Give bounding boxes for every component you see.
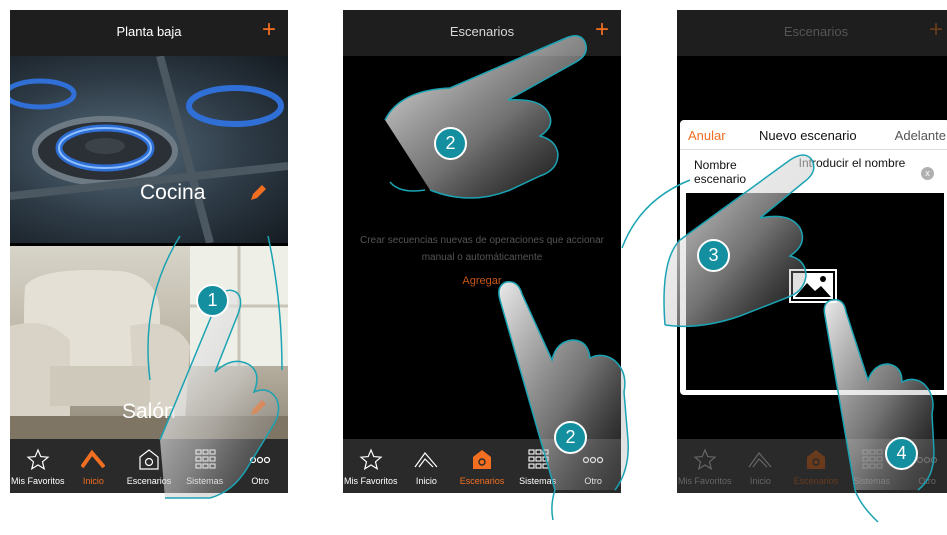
- clear-icon[interactable]: x: [921, 167, 934, 180]
- grid-icon: [528, 449, 549, 469]
- image-placeholder-icon: [789, 269, 837, 303]
- scenario-icon: [806, 450, 825, 469]
- house-icon: [414, 452, 438, 468]
- tab-label: Otro: [584, 476, 602, 486]
- house-icon: [748, 452, 772, 468]
- scenario-icon: [139, 449, 159, 470]
- scenario-name-row: Nombre escenario Introducir el nombre x: [680, 151, 947, 191]
- tab-escenarios[interactable]: Escenarios: [121, 439, 177, 493]
- phone-screen-planta-baja: Planta baja + Cocina Salón Mis Favoritos…: [10, 10, 288, 493]
- step-badge: 1: [196, 284, 229, 317]
- add-scenario-button[interactable]: +: [929, 18, 943, 42]
- empty-state-message: Crear secuencias nuevas de operaciones q…: [359, 235, 605, 263]
- tab-escenarios[interactable]: Escenarios: [788, 439, 844, 493]
- pencil-icon[interactable]: [248, 183, 268, 203]
- grid-icon: [862, 449, 883, 469]
- tab-label: Otro: [918, 476, 936, 486]
- tab-mis-favoritos[interactable]: Mis Favoritos: [10, 439, 66, 493]
- tab-sistemas[interactable]: Sistemas: [177, 439, 233, 493]
- stove-burner-image: [10, 56, 288, 243]
- house-icon: [81, 449, 106, 469]
- add-scenario-button[interactable]: +: [595, 18, 609, 42]
- dialog-title: Nuevo escenario: [759, 128, 857, 143]
- top-bar: Escenarios +: [343, 10, 621, 56]
- more-dots-icon: [917, 456, 938, 464]
- step-badge: 3: [697, 239, 730, 272]
- step-badge: 4: [885, 437, 918, 470]
- tab-escenarios[interactable]: Escenarios: [454, 439, 510, 493]
- more-dots-icon: [583, 456, 604, 464]
- tab-mis-favoritos[interactable]: Mis Favoritos: [343, 439, 399, 493]
- more-dots-icon: [250, 456, 271, 464]
- scenario-image-picker[interactable]: [686, 193, 944, 390]
- top-bar: Escenarios +: [677, 10, 947, 56]
- grid-icon: [195, 449, 216, 469]
- add-scenario-link[interactable]: Agregar: [343, 275, 621, 287]
- room-card-salon[interactable]: Salón: [10, 246, 288, 439]
- page-title: Planta baja: [116, 24, 182, 39]
- room-name: Salón: [122, 400, 176, 423]
- star-icon: [693, 448, 717, 470]
- page-title: Escenarios: [449, 24, 515, 39]
- add-button[interactable]: +: [262, 18, 276, 42]
- scenario-name-label: Nombre escenario: [694, 158, 747, 186]
- room-card-cocina[interactable]: Cocina: [10, 56, 288, 243]
- room-name: Cocina: [140, 181, 206, 204]
- page-title: Escenarios: [783, 24, 849, 39]
- tab-mis-favoritos[interactable]: Mis Favoritos: [677, 439, 733, 493]
- tab-inicio[interactable]: Inicio: [399, 439, 455, 493]
- star-icon: [26, 448, 50, 470]
- step-badge: 2: [554, 421, 587, 454]
- bottom-tab-bar: Mis Favoritos Inicio Escenarios Sistemas…: [10, 439, 288, 493]
- phone-screen-escenarios: Escenarios + Crear secuencias nuevas de …: [343, 10, 621, 493]
- top-bar: Planta baja +: [10, 10, 288, 56]
- dialog-header: Anular Nuevo escenario Adelante: [680, 120, 947, 150]
- scenario-name-placeholder: Introducir el nombre: [798, 156, 906, 170]
- tab-inicio[interactable]: Inicio: [66, 439, 122, 493]
- tab-otro[interactable]: Otro: [232, 439, 288, 493]
- step-badge: 2: [434, 127, 467, 160]
- pencil-icon[interactable]: [248, 398, 268, 418]
- tab-label: Otro: [251, 476, 269, 486]
- scenario-icon: [472, 450, 491, 469]
- next-button[interactable]: Adelante: [895, 128, 946, 143]
- star-icon: [359, 448, 383, 470]
- tab-inicio[interactable]: Inicio: [733, 439, 789, 493]
- cancel-button[interactable]: Anular: [688, 128, 726, 143]
